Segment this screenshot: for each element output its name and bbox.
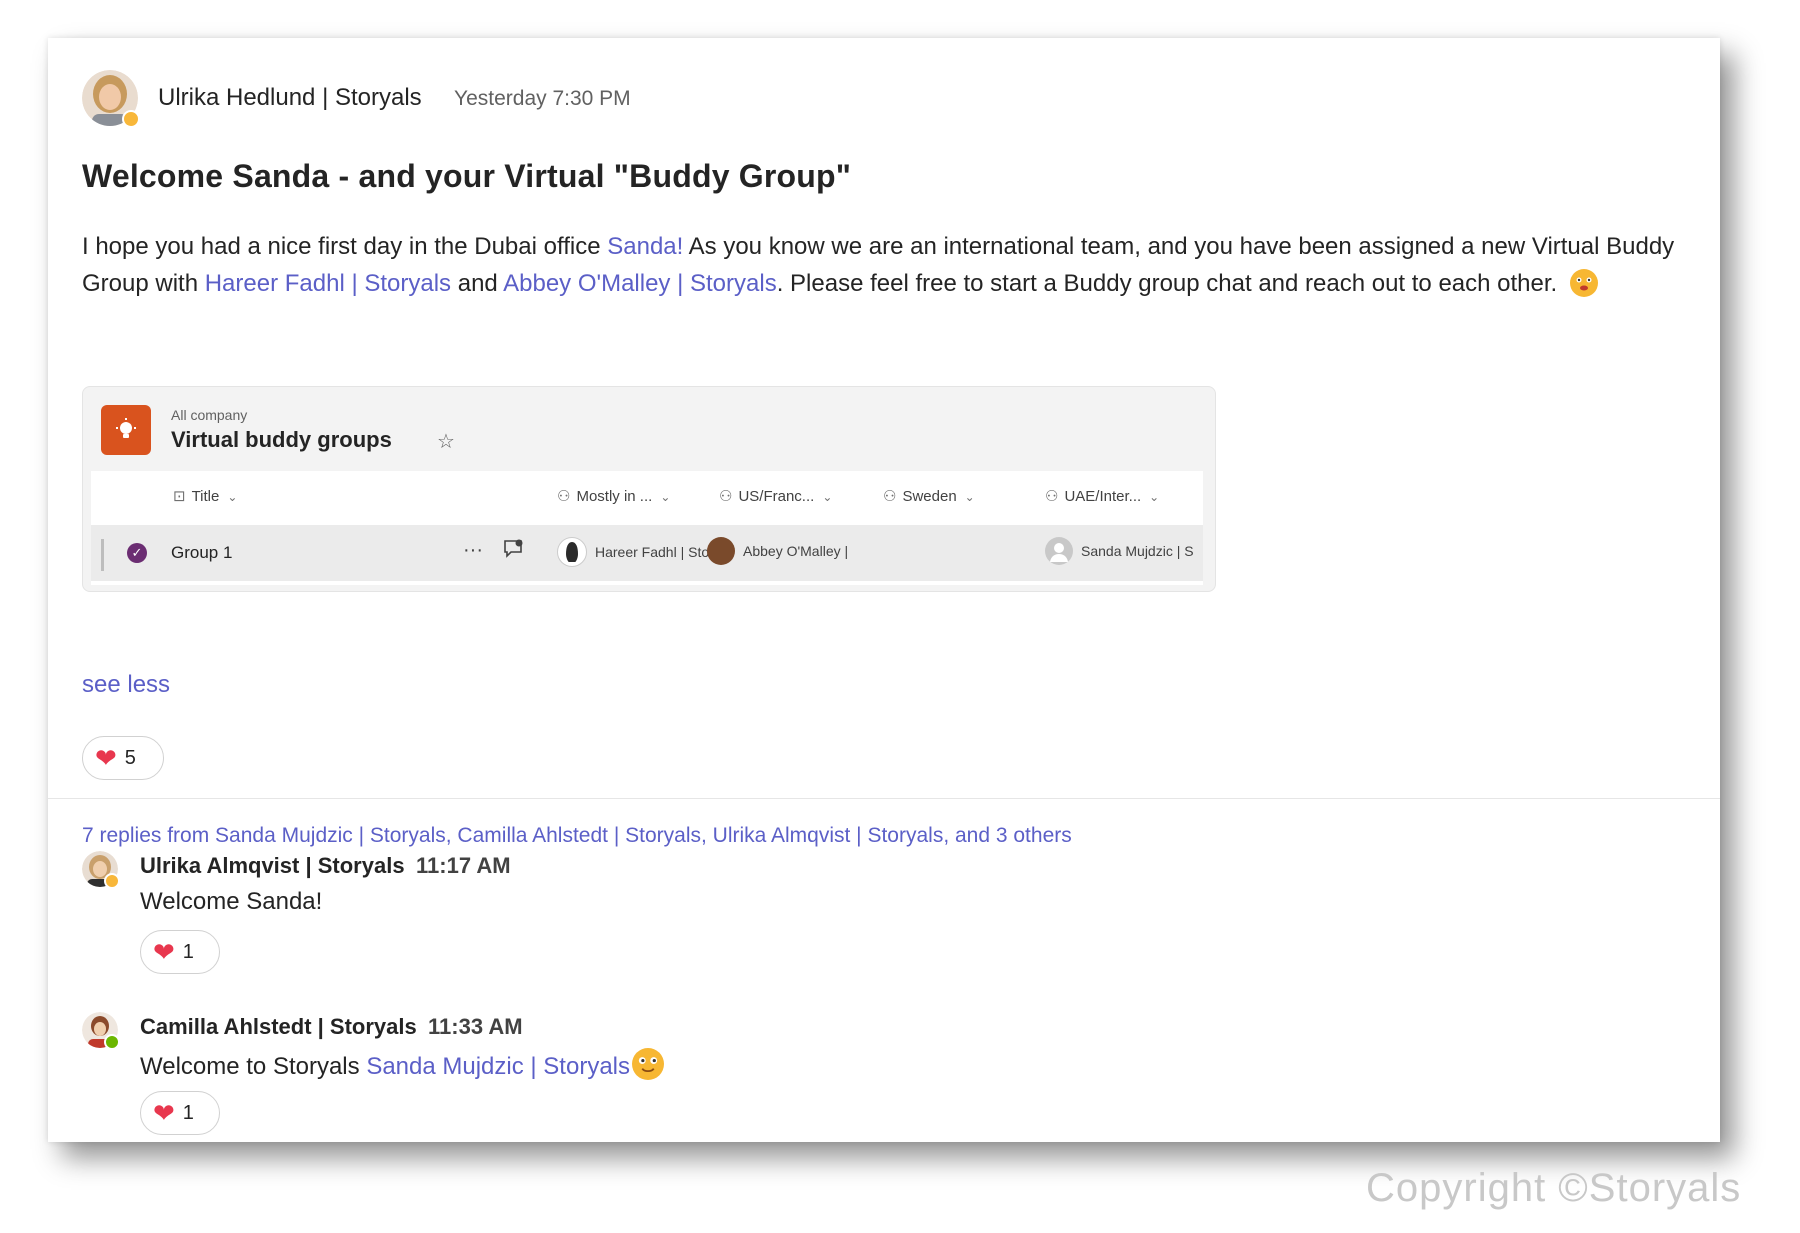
smiley-emoji-icon: [1569, 269, 1598, 297]
available-status-icon: [104, 1034, 120, 1050]
replies-summary-link[interactable]: 7 replies from Sanda Mujdzic | Storyals,…: [82, 824, 1072, 848]
row-title[interactable]: Group 1: [171, 543, 232, 563]
heart-reaction-button[interactable]: ❤ 1: [140, 930, 220, 974]
column-header-sweden[interactable]: ⚇ Sweden ⌄: [883, 487, 975, 505]
column-label: Title: [191, 488, 220, 505]
see-less-link[interactable]: see less: [82, 671, 170, 699]
column-label: US/Franc...: [738, 488, 815, 505]
heart-reaction-button[interactable]: ❤ 1: [140, 1091, 220, 1135]
person-name: Hareer Fadhl | Sto: [595, 544, 710, 560]
check-circle-icon[interactable]: ✓: [127, 543, 147, 563]
heart-icon: ❤: [95, 743, 117, 773]
copyright-watermark: Copyright ©Storyals: [1366, 1166, 1742, 1210]
chevron-down-icon: ⌄: [822, 490, 833, 504]
default-avatar-icon: [1045, 537, 1073, 565]
list-card-virtual-buddy-groups[interactable]: All company Virtual buddy groups ☆ ⊡ Titl…: [82, 386, 1216, 592]
person-avatar: [707, 537, 735, 565]
reply-avatar[interactable]: [82, 851, 120, 889]
mention-sanda-mujdzic[interactable]: Sanda Mujdzic | Storyals: [366, 1053, 630, 1080]
chevron-down-icon: ⌄: [660, 490, 671, 504]
column-header-uae[interactable]: ⚇ UAE/Inter... ⌄: [1045, 487, 1159, 505]
reply-timestamp: 11:17 AM: [416, 853, 511, 878]
more-options-icon[interactable]: ···: [463, 539, 483, 562]
list-grid: ⊡ Title ⌄ ⚇ Mostly in ... ⌄ ⚇ US/Franc... ⌄ ⚇ S…: [91, 471, 1203, 585]
mention-abbey-omalley[interactable]: Abbey O'Malley | Storyals: [503, 270, 777, 297]
chevron-down-icon: ⌄: [227, 490, 238, 504]
post-body: I hope you had a nice first day in the D…: [82, 228, 1702, 302]
heart-icon: ❤: [153, 1098, 175, 1128]
reply-author-name[interactable]: Camilla Ahlstedt | Storyals: [140, 1014, 417, 1040]
list-scope: All company: [171, 407, 248, 423]
cell-mostly-in[interactable]: Hareer Fadhl | Sto: [557, 537, 709, 567]
mention-hareer-fadhl[interactable]: Hareer Fadhl | Storyals: [205, 270, 451, 297]
smiley-emoji-icon: [632, 1048, 664, 1080]
column-label: UAE/Inter...: [1064, 488, 1142, 505]
reaction-count: 5: [124, 746, 136, 769]
column-header-mostly-in[interactable]: ⚇ Mostly in ... ⌄: [557, 487, 670, 505]
comment-icon[interactable]: [503, 539, 525, 564]
lightbulb-icon: [101, 405, 151, 455]
reply-text: Welcome to Storyals Sanda Mujdzic | Stor…: [140, 1048, 664, 1081]
person-name: Sanda Mujdzic | S: [1081, 543, 1194, 559]
person-icon: ⚇: [557, 488, 571, 505]
reply-author-name[interactable]: Ulrika Almqvist | Storyals: [140, 853, 405, 879]
cell-us-france[interactable]: Abbey O'Malley |: [707, 537, 848, 565]
post-timestamp: Yesterday 7:30 PM: [454, 87, 631, 110]
column-header-title[interactable]: ⊡ Title ⌄: [173, 487, 237, 505]
conversation-card: Ulrika Hedlund | Storyals Yesterday 7:30…: [48, 38, 1720, 1142]
reply-text: Welcome Sanda!: [140, 888, 323, 915]
reply-avatar[interactable]: [82, 1012, 120, 1050]
list-name[interactable]: Virtual buddy groups: [171, 427, 392, 453]
reply-timestamp: 11:33 AM: [428, 1014, 523, 1039]
post-title: Welcome Sanda - and your Virtual "Buddy …: [82, 158, 852, 194]
heart-icon: ❤: [153, 937, 175, 967]
person-icon: ⚇: [1045, 488, 1059, 505]
chevron-down-icon: ⌄: [964, 490, 975, 504]
person-name: Abbey O'Malley |: [743, 543, 849, 559]
post-author-name[interactable]: Ulrika Hedlund | Storyals: [158, 84, 422, 112]
column-header-us-france[interactable]: ⚇ US/Franc... ⌄: [719, 487, 832, 505]
author-avatar[interactable]: [82, 70, 140, 128]
post-body-text: and: [451, 270, 504, 297]
away-status-icon: [122, 110, 140, 128]
reaction-count: 1: [182, 1101, 194, 1124]
heart-reaction-button[interactable]: ❤ 5: [82, 736, 164, 780]
column-label: Sweden: [902, 488, 957, 505]
person-avatar: [557, 537, 587, 567]
column-label: Mostly in ...: [576, 488, 653, 505]
person-icon: ⚇: [719, 488, 733, 505]
person-icon: ⚇: [883, 488, 897, 505]
row-selection-bar: [101, 539, 104, 571]
reply-text-content: Welcome to Storyals: [140, 1053, 367, 1080]
star-icon[interactable]: ☆: [437, 429, 455, 454]
divider: [48, 798, 1720, 799]
chevron-down-icon: ⌄: [1149, 490, 1160, 504]
away-status-icon: [104, 873, 120, 889]
grid-header: ⊡ Title ⌄ ⚇ Mostly in ... ⌄ ⚇ US/Franc... ⌄ ⚇ S…: [91, 471, 1203, 523]
post-body-text: . Please feel free to start a Buddy grou…: [776, 270, 1558, 297]
reaction-count: 1: [182, 940, 194, 963]
mention-sanda[interactable]: Sanda!: [607, 233, 683, 260]
cell-uae[interactable]: Sanda Mujdzic | S: [1045, 537, 1194, 565]
text-field-icon: ⊡: [173, 488, 186, 505]
post-body-text: I hope you had a nice first day in the D…: [82, 233, 608, 260]
table-row[interactable]: ✓ Group 1 ··· Hareer Fadhl | Sto Abbey O…: [91, 525, 1203, 581]
